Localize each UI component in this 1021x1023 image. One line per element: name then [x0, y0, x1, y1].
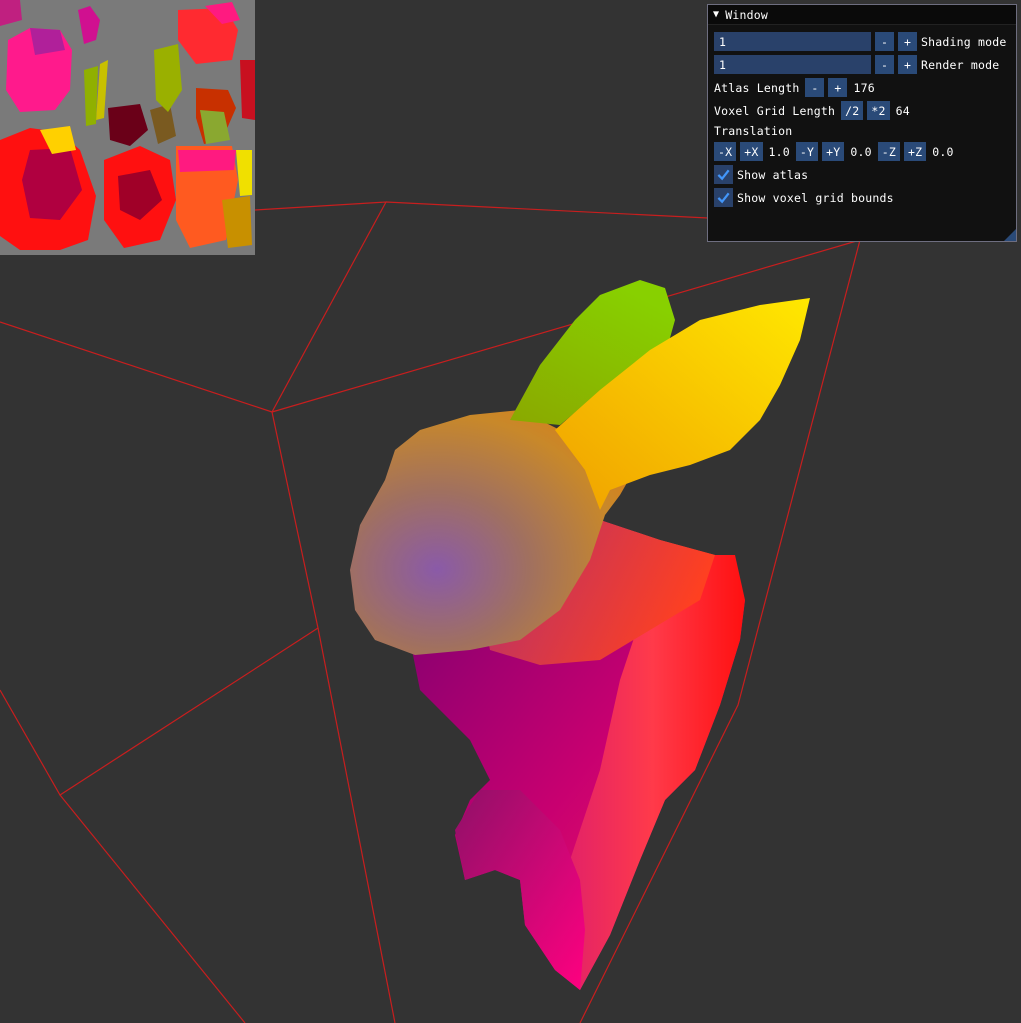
- atlas-length-row: Atlas Length - + 176: [714, 78, 881, 97]
- imgui-window: ▼ Window 1 - + Shading mode 1 - + Render…: [707, 4, 1017, 242]
- resize-grip[interactable]: [1004, 229, 1016, 241]
- translate-pos-z-button[interactable]: +Z: [904, 142, 927, 161]
- show-voxel-grid-bounds-row: Show voxel grid bounds: [714, 188, 900, 207]
- translation-label: Translation: [714, 124, 793, 138]
- voxel-grid-length-row: Voxel Grid Length /2 *2 64: [714, 101, 916, 120]
- window-title: Window: [725, 7, 768, 22]
- translate-neg-x-button[interactable]: -X: [714, 142, 737, 161]
- render-mode-label: Render mode: [921, 57, 1000, 72]
- render-mode-row: 1 - + Render mode: [714, 55, 1005, 74]
- render-mode-decrement-button[interactable]: -: [875, 55, 894, 74]
- translate-pos-x-button[interactable]: +X: [740, 142, 763, 161]
- render-mode-increment-button[interactable]: +: [898, 55, 917, 74]
- shading-mode-decrement-button[interactable]: -: [875, 32, 894, 51]
- show-voxel-grid-bounds-checkbox[interactable]: [714, 188, 733, 207]
- window-title-bar[interactable]: ▼ Window: [708, 5, 1016, 25]
- voxel-grid-length-value: 64: [895, 103, 910, 118]
- render-mode-input[interactable]: 1: [714, 55, 871, 74]
- translate-pos-y-button[interactable]: +Y: [822, 142, 845, 161]
- voxel-grid-halve-button[interactable]: /2: [841, 101, 864, 120]
- translation-y-value: 0.0: [850, 144, 872, 159]
- translate-neg-y-button[interactable]: -Y: [795, 142, 819, 161]
- voxel-model: [350, 280, 810, 990]
- shading-mode-label: Shading mode: [921, 34, 1007, 49]
- show-atlas-checkbox[interactable]: [714, 165, 733, 184]
- checkmark-icon: [717, 169, 730, 181]
- translation-x-value: 1.0: [768, 144, 790, 159]
- atlas-length-increment-button[interactable]: +: [828, 78, 848, 97]
- atlas-preview: [0, 0, 255, 255]
- voxel-grid-length-label: Voxel Grid Length: [714, 103, 836, 118]
- shading-mode-input[interactable]: 1: [714, 32, 871, 51]
- show-atlas-row: Show atlas: [714, 165, 814, 184]
- show-voxel-grid-bounds-label: Show voxel grid bounds: [737, 190, 894, 205]
- shading-mode-row: 1 - + Shading mode: [714, 32, 1012, 51]
- translation-z-value: 0.0: [932, 144, 954, 159]
- atlas-length-decrement-button[interactable]: -: [805, 78, 825, 97]
- atlas-length-label: Atlas Length: [714, 80, 800, 95]
- show-atlas-label: Show atlas: [737, 167, 809, 182]
- shading-mode-increment-button[interactable]: +: [898, 32, 917, 51]
- translate-neg-z-button[interactable]: -Z: [877, 142, 900, 161]
- translation-row: -X +X 1.0 -Y +Y 0.0 -Z +Z 0.0: [714, 142, 960, 161]
- checkmark-icon: [717, 192, 730, 204]
- voxel-grid-double-button[interactable]: *2: [867, 101, 890, 120]
- collapse-arrow-icon[interactable]: ▼: [713, 9, 719, 20]
- atlas-length-value: 176: [853, 80, 875, 95]
- translation-label-row: Translation: [714, 124, 798, 138]
